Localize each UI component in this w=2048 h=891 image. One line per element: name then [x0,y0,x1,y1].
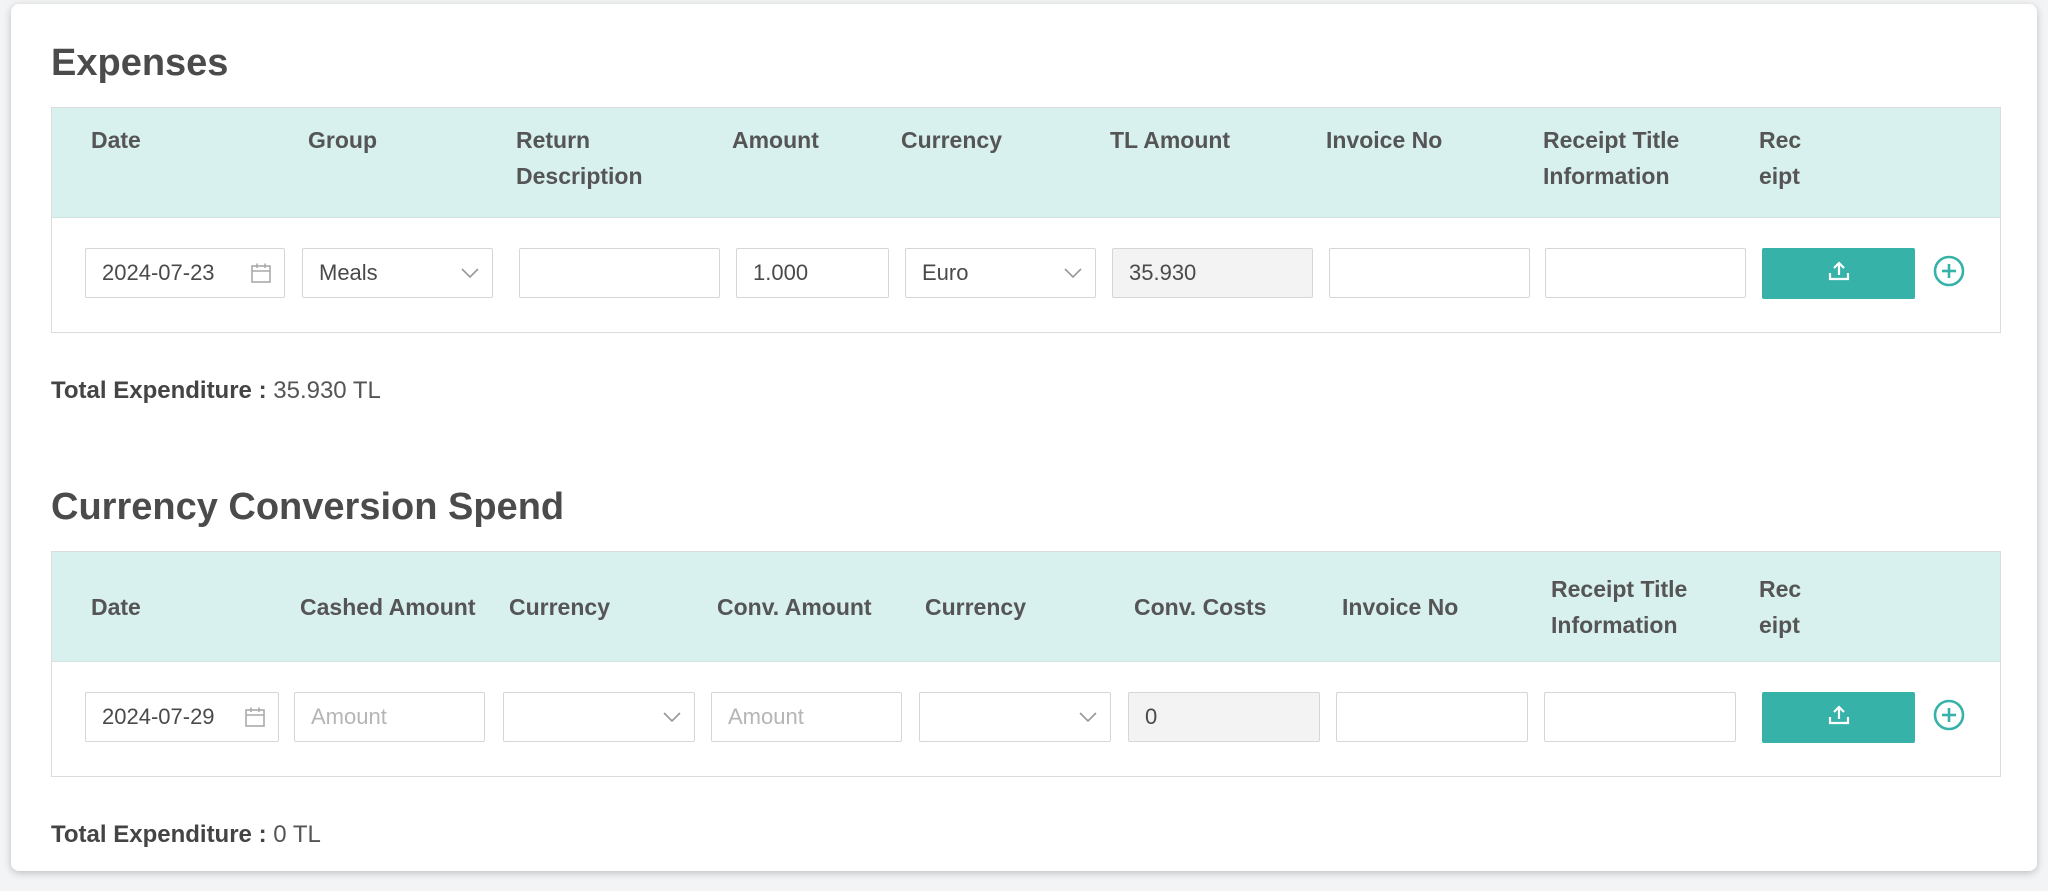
group-value: Meals [319,260,378,285]
expenses-total: Total Expenditure : 35.930 TL [51,377,381,405]
cashed-currency-select[interactable] [503,692,695,742]
invoice-no-input[interactable] [1336,692,1528,742]
tl-amount-value: 35.930 [1129,260,1197,285]
expenses-total-value: 35.930 TL [273,377,381,404]
col-invoice-no: Invoice No [1342,593,1459,620]
currency-value: Euro [922,260,969,285]
col-receipt: Rec eipt [1759,575,1802,638]
col-currency-2: Currency [925,593,1026,620]
plus-circle-icon [1933,255,1965,292]
conv-amount-input[interactable]: Amount [711,692,902,742]
conversion-total: Total Expenditure : 0 TL [51,821,321,849]
plus-circle-icon [1933,699,1965,736]
return-description-input[interactable] [519,248,720,298]
date-value: 2024-07-29 [102,704,215,729]
chevron-down-icon [662,711,682,723]
col-conv-costs: Conv. Costs [1134,593,1267,620]
conversion-total-value: 0 TL [273,821,321,848]
expenses-title: Expenses [51,42,229,84]
col-currency: Currency [901,127,1002,153]
col-conv-amount: Conv. Amount [717,593,872,620]
date-picker[interactable]: 2024-07-29 [85,692,279,742]
conv-amount-placeholder: Amount [728,704,804,729]
amount-input[interactable]: 1.000 [736,248,889,298]
conv-costs-field: 0 [1128,692,1320,742]
receipt-title-input[interactable] [1544,692,1736,742]
expenses-table: Date Group Return Description Amount Cur… [51,107,2001,333]
calendar-icon [250,262,272,284]
col-date: Date [91,593,141,620]
col-group: Group [308,127,377,153]
upload-icon [1827,259,1851,288]
currency-select[interactable]: Euro [905,248,1096,298]
col-amount: Amount [732,127,819,153]
col-return-description: Return Description [516,127,643,189]
group-select[interactable]: Meals [302,248,493,298]
date-picker[interactable]: 2024-07-23 [85,248,285,298]
expenses-row: 2024-07-23 Meals 1.000 Euro 35.930 [52,218,2000,333]
amount-value: 1.000 [753,260,809,285]
conversion-total-label: Total Expenditure : [51,821,267,848]
conversion-row: 2024-07-29 Amount Amount 0 [52,662,2000,777]
col-tl-amount: TL Amount [1110,127,1231,153]
col-receipt-title: Receipt Title Information [1551,575,1688,638]
add-row-button[interactable] [1933,699,1965,736]
conversion-title: Currency Conversion Spend [51,486,565,528]
add-row-button[interactable] [1933,255,1965,292]
upload-icon [1827,703,1851,732]
col-currency: Currency [509,593,610,620]
col-receipt-title: Receipt Title Information [1543,127,1680,189]
chevron-down-icon [460,267,480,279]
chevron-down-icon [1063,267,1083,279]
expense-card: Expenses Date Group Return Description A… [11,4,2037,871]
col-invoice-no: Invoice No [1326,127,1443,153]
cashed-amount-placeholder: Amount [311,704,387,729]
cashed-amount-input[interactable]: Amount [294,692,485,742]
col-cashed-amount: Cashed Amount [300,593,476,620]
col-receipt: Rec eipt [1759,127,1802,189]
expenses-table-header: Date Group Return Description Amount Cur… [52,108,2000,218]
upload-receipt-button[interactable] [1762,692,1915,743]
conv-costs-value: 0 [1145,704,1158,729]
expenses-total-label: Total Expenditure : [51,377,267,404]
conv-currency-select[interactable] [919,692,1111,742]
conversion-table-header: Date Cashed Amount Currency Conv. Amount… [52,552,2000,662]
upload-receipt-button[interactable] [1762,248,1915,299]
col-date: Date [91,127,141,153]
date-value: 2024-07-23 [102,260,215,285]
conversion-table: Date Cashed Amount Currency Conv. Amount… [51,551,2001,777]
invoice-no-input[interactable] [1329,248,1530,298]
receipt-title-input[interactable] [1545,248,1746,298]
calendar-icon [244,706,266,728]
chevron-down-icon [1078,711,1098,723]
tl-amount-field: 35.930 [1112,248,1313,298]
